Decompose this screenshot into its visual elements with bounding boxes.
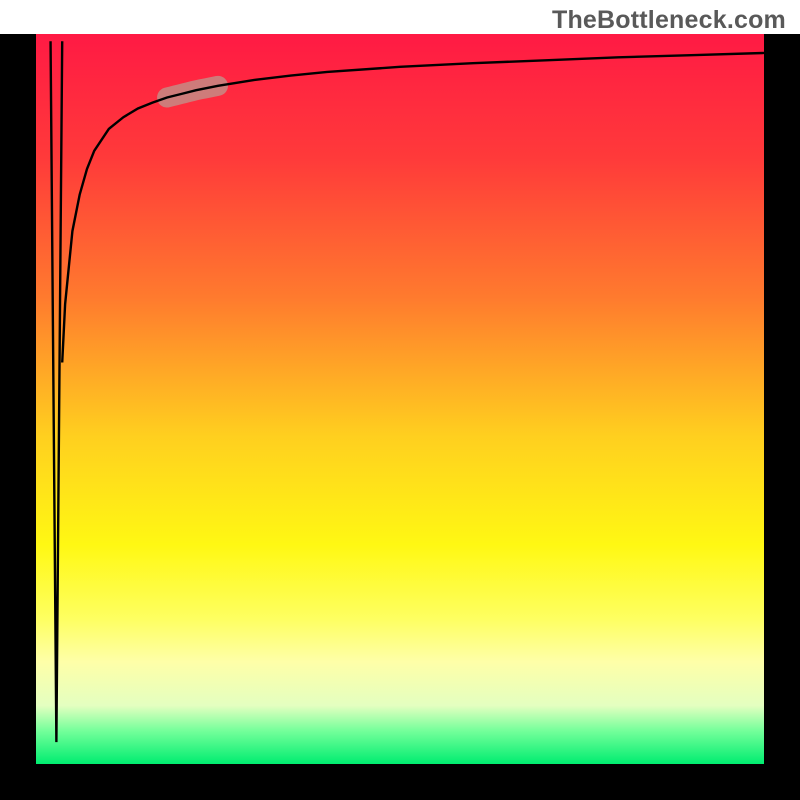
axis-frame-left [0, 34, 36, 800]
watermark-text: TheBottleneck.com [552, 6, 786, 35]
axis-frame-right [764, 34, 800, 800]
bottleneck-chart [0, 0, 800, 800]
plot-area [36, 34, 764, 764]
axis-frame-bottom [0, 764, 800, 800]
